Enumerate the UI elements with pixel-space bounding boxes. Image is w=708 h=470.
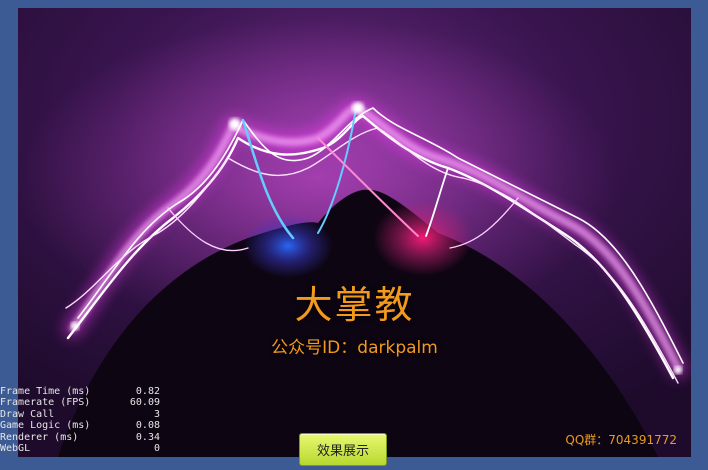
stat-value: 60.09	[129, 397, 160, 409]
show-effect-button[interactable]: 效果展示	[299, 433, 387, 466]
stat-row: Renderer (ms) 0.34	[0, 432, 160, 443]
stat-row: Draw Call 3	[0, 409, 160, 420]
stat-value: 0.82	[135, 386, 160, 397]
qq-group-label: QQ群：704391772	[565, 433, 677, 447]
stat-row: Framerate (FPS) 60.09	[0, 397, 160, 408]
stat-row: WebGL 0	[0, 443, 160, 454]
stat-value: 0.34	[135, 431, 160, 443]
stat-row: Frame Time (ms) 0.82	[0, 386, 160, 397]
stat-value: 3	[153, 408, 160, 420]
stat-label: Draw Call	[0, 408, 55, 420]
stat-label: Renderer (ms)	[0, 431, 79, 443]
scene-subtitle: 公众号ID：darkpalm	[271, 338, 438, 358]
stat-label: Frame Time (ms)	[0, 386, 91, 397]
stats-panel: Frame Time (ms) 0.82 Framerate (FPS) 60.09…	[0, 386, 160, 454]
scene-title: 大掌教	[294, 283, 415, 327]
stat-value: 0.08	[135, 420, 160, 432]
stat-row: Game Logic (ms) 0.08	[0, 420, 160, 431]
stat-label: Game Logic (ms)	[0, 420, 91, 432]
stat-label: WebGL	[0, 442, 31, 454]
stat-value: 0	[153, 442, 160, 454]
stat-label: Framerate (FPS)	[0, 397, 91, 409]
